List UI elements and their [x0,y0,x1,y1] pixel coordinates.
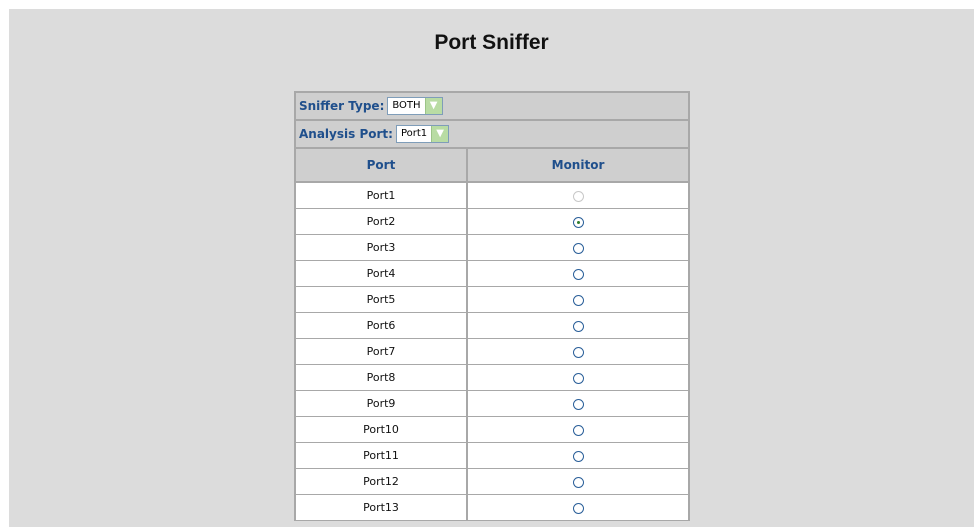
monitor-radio[interactable] [572,372,584,384]
port-monitor-table: Port Monitor Port1 Port2 Port3 Port4 Port5 Po… [294,147,690,521]
monitor-cell [466,338,690,365]
monitor-radio[interactable] [572,450,584,462]
chevron-down-icon[interactable]: ▼ [424,98,442,114]
monitor-radio[interactable] [572,346,584,358]
monitor-radio[interactable] [572,502,584,514]
port-name-cell: Port1 [294,181,468,209]
table-row: Port5 [294,286,690,313]
port-name-cell: Port12 [294,468,468,495]
port-name-cell: Port4 [294,260,468,287]
table-row: Port11 [294,442,690,469]
port-name-cell: Port13 [294,494,468,521]
analysis-port-value: Port1 [400,128,428,139]
table-row: Port3 [294,234,690,261]
monitor-cell [466,260,690,287]
analysis-port-select[interactable]: Port1 ▼ [395,125,450,143]
table-row: Port13 [294,494,690,521]
table-row: Port8 [294,364,690,391]
monitor-radio[interactable] [572,398,584,410]
monitor-cell [466,286,690,313]
monitor-cell [466,181,690,209]
monitor-cell [466,364,690,391]
table-row: Port10 [294,416,690,443]
table-row: Port7 [294,338,690,365]
port-column-header: Port [294,147,468,183]
port-name-cell: Port2 [294,208,468,235]
monitor-radio[interactable] [572,268,584,280]
port-name-cell: Port10 [294,416,468,443]
monitor-cell [466,208,690,235]
sniffer-type-value: BOTH [392,100,421,111]
monitor-cell [466,416,690,443]
table-header-row: Port Monitor [294,147,690,183]
monitor-radio[interactable] [572,476,584,488]
monitor-cell [466,312,690,339]
monitor-radio [572,190,584,202]
sniffer-type-label: Sniffer Type: [299,99,385,113]
monitor-cell [466,390,690,417]
monitor-radio[interactable] [572,320,584,332]
table-row: Port4 [294,260,690,287]
port-name-cell: Port7 [294,338,468,365]
page-content: Port Sniffer Sniffer Type: BOTH ▼ Analys… [9,9,974,527]
monitor-cell [466,494,690,521]
monitor-column-header: Monitor [466,147,690,183]
monitor-cell [466,234,690,261]
monitor-radio[interactable] [572,242,584,254]
sniffer-type-select[interactable]: BOTH ▼ [387,97,443,115]
analysis-port-label: Analysis Port: [299,127,393,141]
table-row: Port12 [294,468,690,495]
port-name-cell: Port8 [294,364,468,391]
port-sniffer-panel: Sniffer Type: BOTH ▼ Analysis Port: Port… [294,91,690,521]
table-row: Port6 [294,312,690,339]
port-name-cell: Port5 [294,286,468,313]
sniffer-type-row: Sniffer Type: BOTH ▼ [294,91,690,119]
monitor-radio[interactable] [572,294,584,306]
table-row: Port2 [294,208,690,235]
monitor-cell [466,442,690,469]
port-name-cell: Port11 [294,442,468,469]
chevron-down-icon[interactable]: ▼ [431,126,449,142]
table-row: Port1 [294,181,690,209]
monitor-radio[interactable] [572,424,584,436]
port-rows: Port1 Port2 Port3 Port4 Port5 Port6 Port7 Port8… [294,181,690,521]
analysis-port-row: Analysis Port: Port1 ▼ [294,119,690,147]
port-name-cell: Port6 [294,312,468,339]
port-name-cell: Port9 [294,390,468,417]
page-title: Port Sniffer [434,31,549,54]
table-row: Port9 [294,390,690,417]
monitor-radio[interactable] [572,216,584,228]
port-name-cell: Port3 [294,234,468,261]
monitor-cell [466,468,690,495]
